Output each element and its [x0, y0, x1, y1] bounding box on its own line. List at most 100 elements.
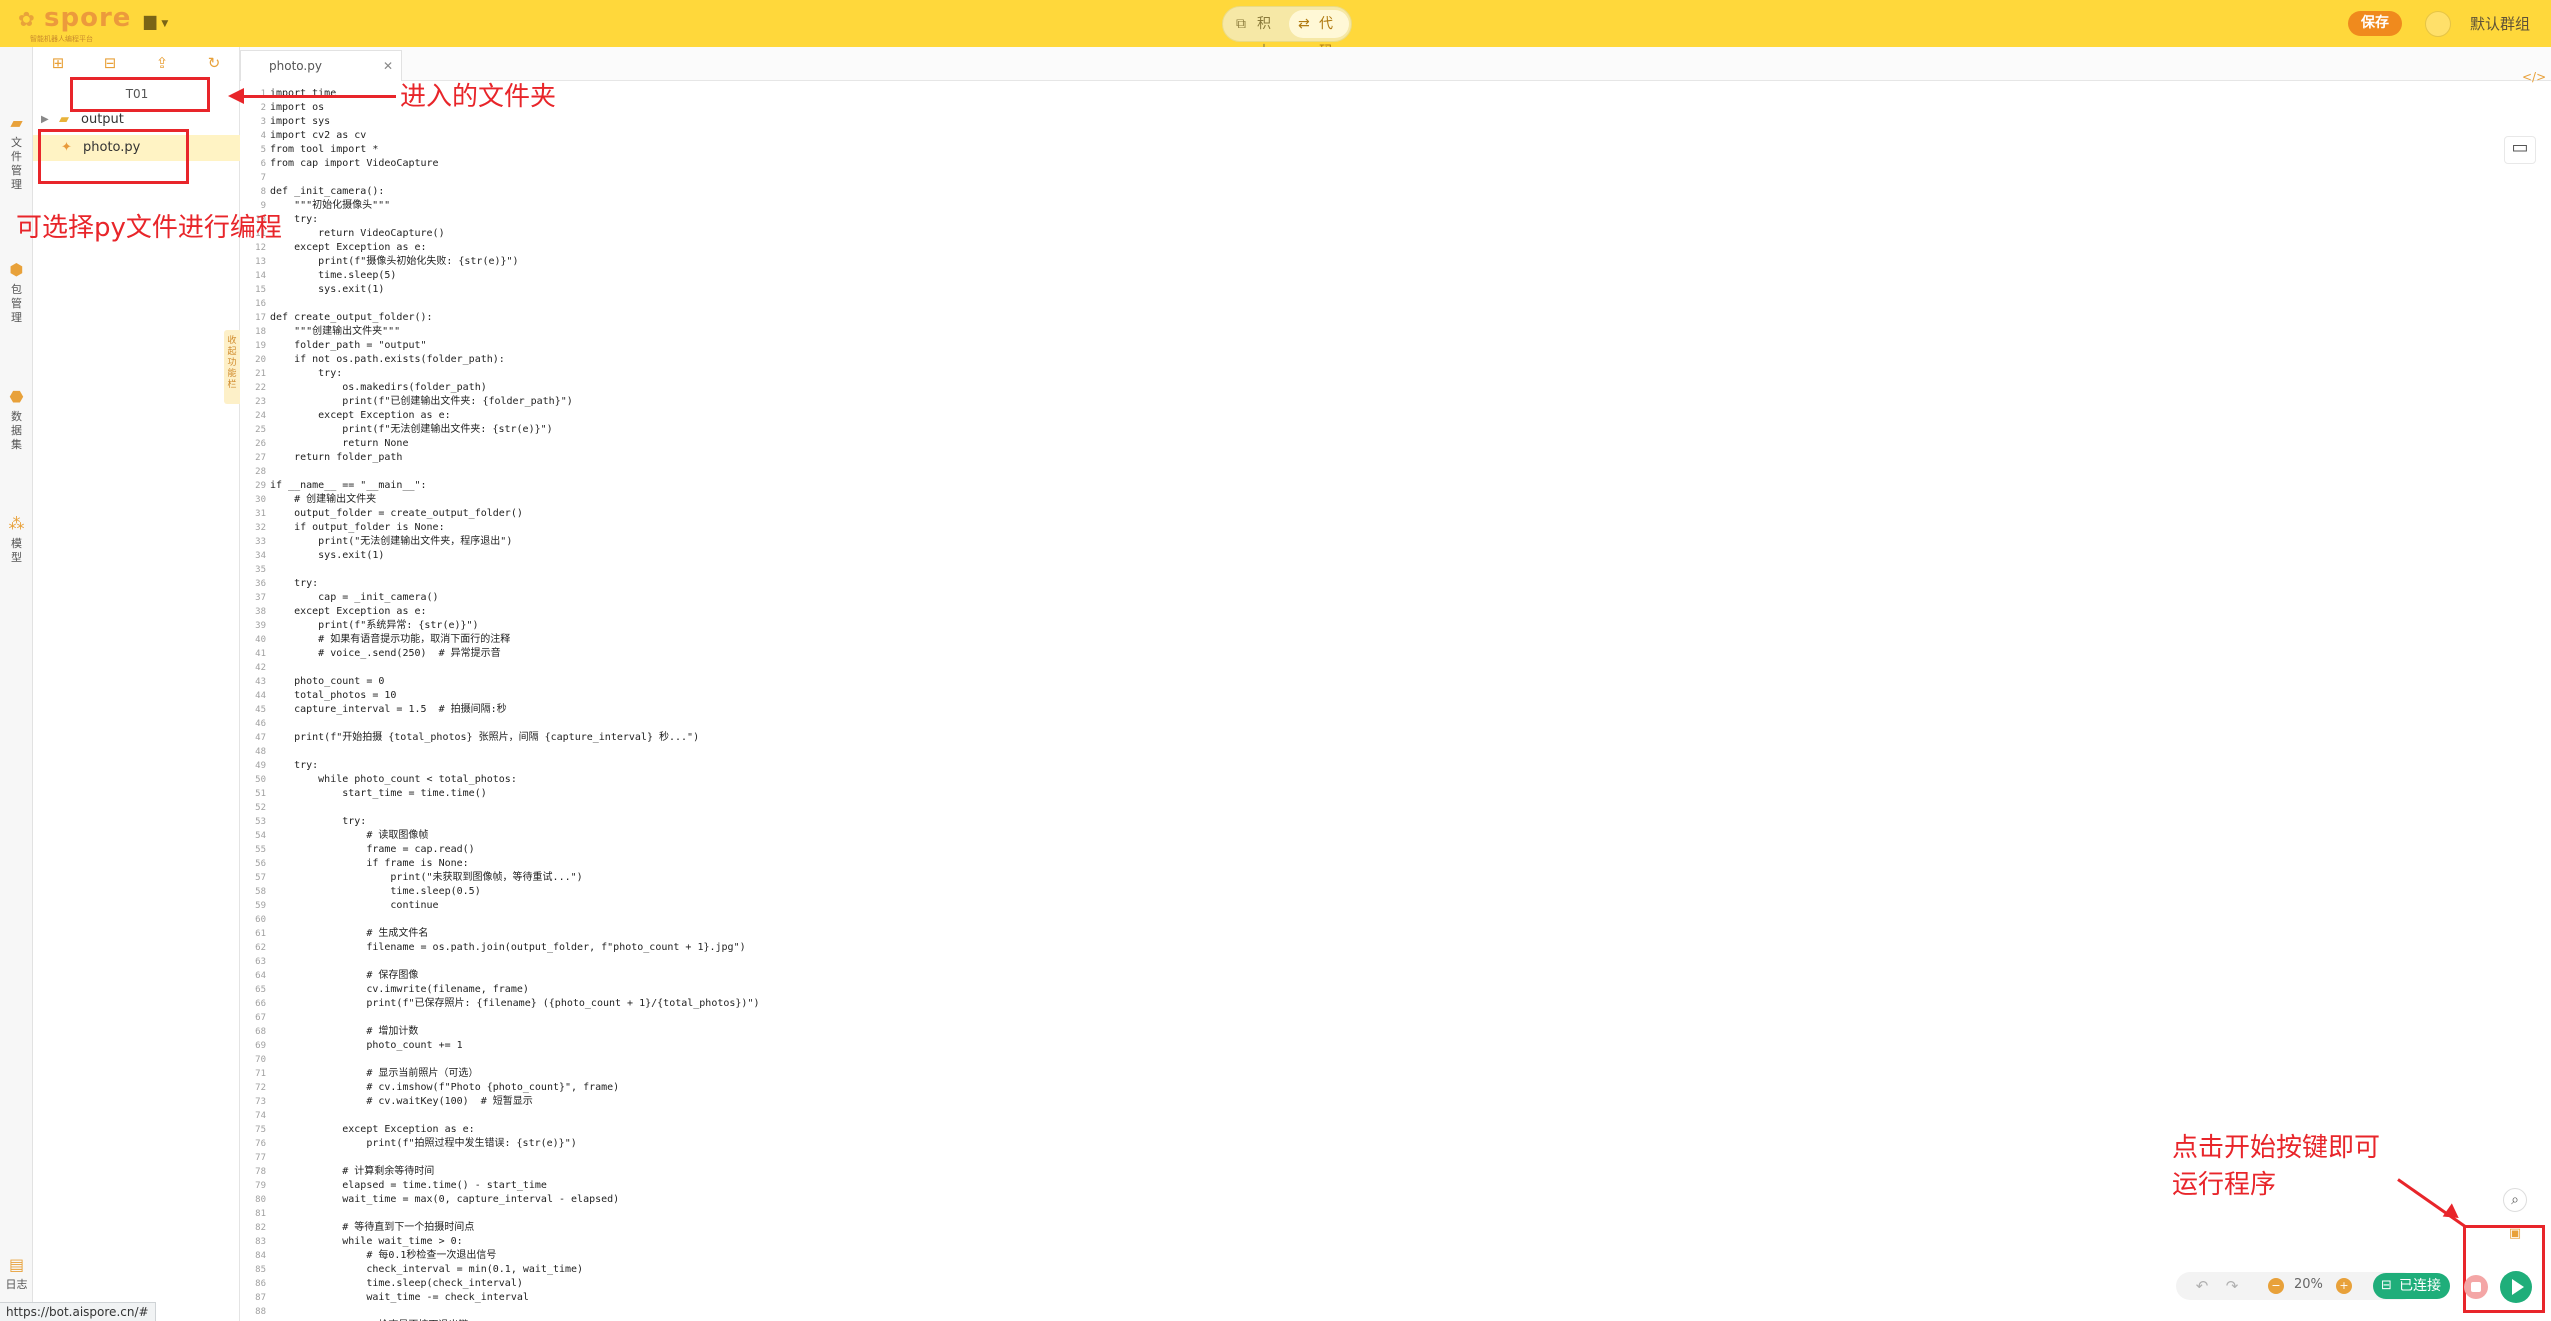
code-line[interactable]: """创建输出文件夹""": [270, 325, 760, 339]
avatar[interactable]: [2425, 11, 2451, 37]
code-line[interactable]: [270, 1305, 760, 1319]
code-line[interactable]: while photo_count < total_photos:: [270, 773, 760, 787]
run-button[interactable]: [2500, 1271, 2532, 1303]
code-line[interactable]: # voice_.send(250) # 异常提示音: [270, 647, 760, 661]
code-line[interactable]: print(f"已保存照片: {filename} ({photo_count …: [270, 997, 759, 1011]
code-line[interactable]: try:: [270, 213, 760, 227]
zoom-out-button[interactable]: −: [2268, 1278, 2284, 1294]
code-line[interactable]: # cv.imshow(f"Photo {photo_count}", fram…: [270, 1081, 760, 1095]
code-line[interactable]: check_interval = min(0.1, wait_time): [270, 1263, 760, 1277]
code-line[interactable]: filename = os.path.join(output_folder, f…: [270, 941, 760, 955]
code-line[interactable]: """初始化摄像头""": [270, 199, 760, 213]
close-icon[interactable]: ✕: [383, 51, 393, 81]
code-line[interactable]: [270, 1011, 760, 1025]
code-line[interactable]: [270, 297, 760, 311]
code-line[interactable]: time.sleep(0.5): [270, 885, 760, 899]
code-line[interactable]: if not os.path.exists(folder_path):: [270, 353, 760, 367]
rail-item-dataset[interactable]: ⬣ 数据集: [0, 387, 33, 452]
code-line[interactable]: try:: [270, 367, 760, 381]
code-line[interactable]: [270, 1207, 760, 1221]
code-line[interactable]: print(f"开始拍摄 {total_photos} 张照片，间隔 {capt…: [270, 731, 760, 745]
code-line[interactable]: # 等待直到下一个拍摄时间点: [270, 1221, 760, 1235]
zoom-in-button[interactable]: +: [2336, 1278, 2352, 1294]
code-line[interactable]: except Exception as e:: [270, 241, 760, 255]
terminal-icon[interactable]: ▣: [2503, 1226, 2527, 1248]
code-line[interactable]: time.sleep(check_interval): [270, 1277, 760, 1291]
mode-blocks-tab[interactable]: ⧉ 积木: [1227, 10, 1289, 60]
code-line[interactable]: try:: [270, 759, 760, 773]
code-line[interactable]: os.makedirs(folder_path): [270, 381, 760, 395]
tab-photo-py[interactable]: photo.py ✕: [240, 50, 402, 81]
project-folder-dropdown[interactable]: ▆ ▼: [144, 11, 180, 35]
new-folder-icon[interactable]: ⊟: [100, 54, 120, 74]
code-line[interactable]: try:: [270, 577, 760, 591]
save-button[interactable]: 保存: [2348, 11, 2402, 36]
code-line[interactable]: # 读取图像帧: [270, 829, 760, 843]
code-line[interactable]: [270, 745, 760, 759]
rail-item-file-manager[interactable]: ▰ 文件管理: [0, 113, 33, 192]
new-file-icon[interactable]: ⊞: [48, 54, 68, 74]
code-line[interactable]: sys.exit(1): [270, 283, 760, 297]
code-line[interactable]: import cv2 as cv: [270, 129, 760, 143]
code-line[interactable]: # 增加计数: [270, 1025, 760, 1039]
code-content[interactable]: import time import os import sys import cv2…: [270, 87, 760, 1321]
rail-item-package-manager[interactable]: ⬢ 包管理: [0, 260, 33, 325]
code-line[interactable]: [270, 1053, 760, 1067]
code-line[interactable]: if frame is None:: [270, 857, 760, 871]
code-line[interactable]: cap = _init_camera(): [270, 591, 760, 605]
code-line[interactable]: try:: [270, 815, 760, 829]
code-line[interactable]: folder_path = "output": [270, 339, 760, 353]
monitor-icon[interactable]: ▭: [2504, 136, 2536, 164]
code-line[interactable]: except Exception as e:: [270, 409, 760, 423]
code-line[interactable]: # 显示当前照片（可选）: [270, 1067, 760, 1081]
code-line[interactable]: return folder_path: [270, 451, 760, 465]
code-line[interactable]: # 如果有语音提示功能，取消下面行的注释: [270, 633, 760, 647]
code-line[interactable]: start_time = time.time(): [270, 787, 760, 801]
code-line[interactable]: def create_output_folder():: [270, 311, 760, 325]
code-line[interactable]: print("未获取到图像帧，等待重试..."): [270, 871, 760, 885]
code-line[interactable]: if __name__ == "__main__":: [270, 479, 760, 493]
stop-button[interactable]: [2464, 1275, 2488, 1299]
collapse-panel-tab[interactable]: 收起功能栏: [224, 330, 240, 404]
code-line[interactable]: [270, 801, 760, 815]
code-line[interactable]: print(f"系统异常: {str(e)}"): [270, 619, 760, 633]
code-line[interactable]: print(f"已创建输出文件夹: {folder_path}"): [270, 395, 760, 409]
refresh-icon[interactable]: ↻: [204, 54, 224, 74]
code-line[interactable]: while wait_time > 0:: [270, 1235, 760, 1249]
code-line[interactable]: return VideoCapture(): [270, 227, 760, 241]
code-line[interactable]: cv.imwrite(filename, frame): [270, 983, 760, 997]
code-line[interactable]: except Exception as e:: [270, 605, 760, 619]
code-line[interactable]: time.sleep(5): [270, 269, 760, 283]
code-line[interactable]: from tool import *: [270, 143, 760, 157]
code-line[interactable]: [270, 1109, 760, 1123]
connection-status-button[interactable]: ⊟ 已连接: [2373, 1273, 2450, 1299]
code-line[interactable]: [270, 171, 760, 185]
group-selector[interactable]: 默认群组: [2470, 13, 2530, 34]
code-line[interactable]: from cap import VideoCapture: [270, 157, 760, 171]
code-line[interactable]: frame = cap.read(): [270, 843, 760, 857]
code-line[interactable]: photo_count += 1: [270, 1039, 760, 1053]
code-line[interactable]: # 保存图像: [270, 969, 760, 983]
code-line[interactable]: [270, 1151, 760, 1165]
code-line[interactable]: [270, 955, 760, 969]
rail-item-model[interactable]: ⁂ 模型: [0, 514, 33, 565]
rail-item-log[interactable]: ▤ 日志: [0, 1255, 33, 1292]
upload-icon[interactable]: ⇪: [152, 54, 172, 74]
mode-code-tab[interactable]: ⇄ 代码: [1289, 10, 1349, 60]
code-line[interactable]: except Exception as e:: [270, 1123, 760, 1137]
code-line[interactable]: print(f"拍照过程中发生错误: {str(e)}"): [270, 1137, 760, 1151]
code-line[interactable]: print("无法创建输出文件夹，程序退出"): [270, 535, 760, 549]
code-line[interactable]: sys.exit(1): [270, 549, 760, 563]
code-line[interactable]: return None: [270, 437, 760, 451]
code-line[interactable]: [270, 913, 760, 927]
code-view-toggle-icon[interactable]: </>: [2522, 70, 2546, 90]
code-line[interactable]: continue: [270, 899, 760, 913]
redo-icon[interactable]: ↷: [2222, 1276, 2242, 1296]
code-line[interactable]: output_folder = create_output_folder(): [270, 507, 760, 521]
code-line[interactable]: # 生成文件名: [270, 927, 760, 941]
code-line[interactable]: # cv.waitKey(100) # 短暂显示: [270, 1095, 760, 1109]
code-line[interactable]: capture_interval = 1.5 # 拍摄间隔:秒: [270, 703, 760, 717]
code-line[interactable]: [270, 465, 760, 479]
code-line[interactable]: print(f"无法创建输出文件夹: {str(e)}"): [270, 423, 760, 437]
code-line[interactable]: [270, 661, 760, 675]
